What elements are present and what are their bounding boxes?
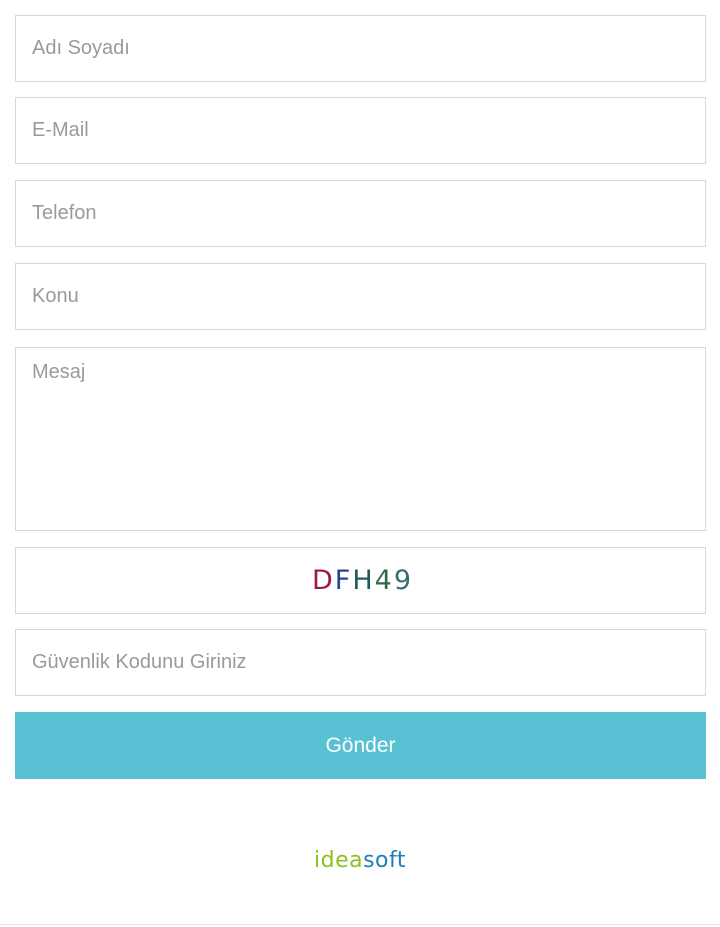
- captcha-text: DFH49: [308, 565, 413, 596]
- submit-button[interactable]: Gönder: [15, 712, 706, 779]
- captcha-char: H: [352, 565, 375, 596]
- name-input[interactable]: [15, 15, 706, 82]
- captcha-char: 4: [374, 565, 394, 596]
- brand-part-idea: idea: [314, 848, 364, 873]
- captcha-image: DFH49: [15, 547, 706, 614]
- security-code-input[interactable]: [15, 629, 706, 696]
- ideasoft-logo[interactable]: ideasoft: [0, 848, 720, 873]
- captcha-char: F: [334, 565, 353, 596]
- email-input[interactable]: [15, 97, 706, 164]
- subject-input[interactable]: [15, 263, 706, 330]
- message-textarea[interactable]: [15, 347, 706, 531]
- captcha-char: 9: [393, 565, 413, 596]
- brand-part-soft: soft: [363, 848, 406, 873]
- captcha-char: D: [311, 565, 335, 596]
- phone-input[interactable]: [15, 180, 706, 247]
- bottom-divider: [0, 924, 720, 925]
